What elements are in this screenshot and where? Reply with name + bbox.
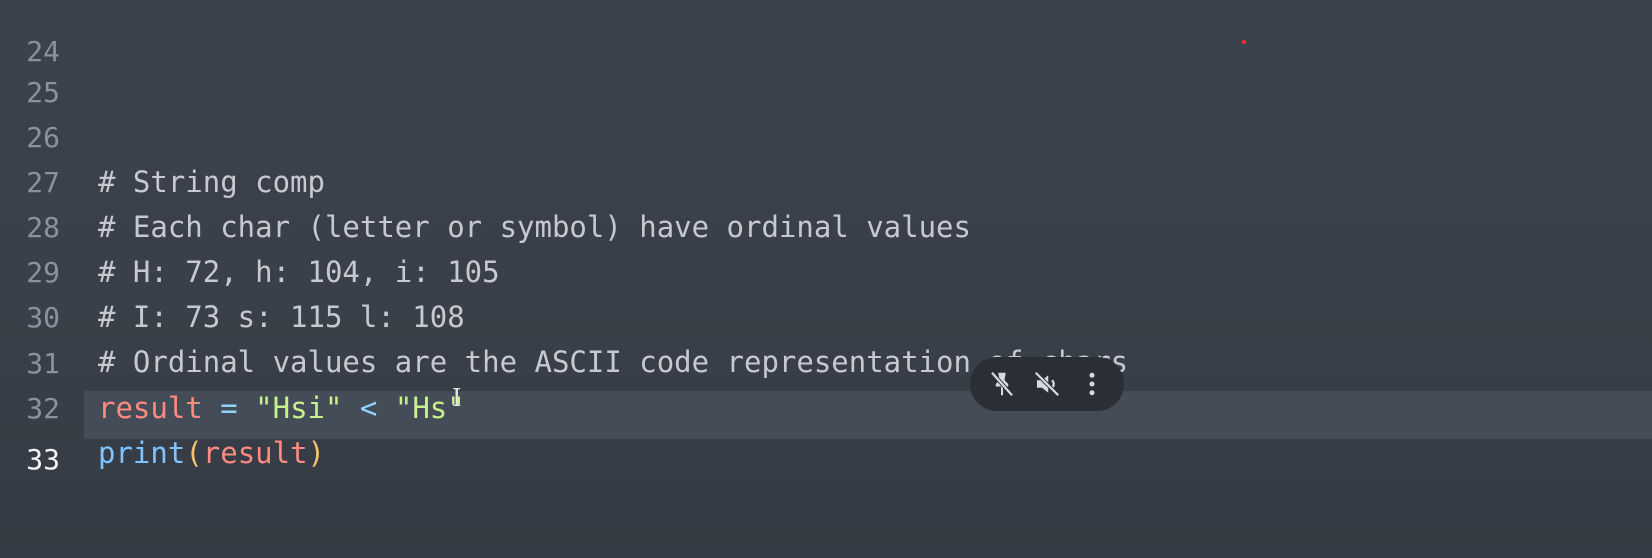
code-line[interactable]: 28 # H: 72, h: 104, i: 105 (0, 160, 1652, 289)
text-cursor-icon: I (452, 384, 462, 412)
red-dot-marker (1242, 40, 1246, 44)
token-variable: result (202, 436, 308, 470)
code-statement: print(result) (98, 431, 325, 476)
unpin-icon[interactable] (982, 364, 1022, 404)
code-line[interactable]: 25 (0, 25, 1652, 109)
line-number-active: 33 (26, 443, 60, 476)
code-line[interactable]: 29 # I: 73 s: 115 l: 108 (0, 205, 1652, 334)
code-line[interactable]: 30 # Ordinal values are the ASCII code r… (0, 250, 1652, 379)
token-paren: ) (307, 436, 326, 470)
media-controls-pill (970, 357, 1124, 411)
code-editor[interactable]: 24 25 26 # String comp 27 # Each char (l… (0, 0, 1652, 558)
mute-icon[interactable] (1027, 364, 1067, 404)
code-line[interactable]: 31 result = "Hsi" < "Hs" (0, 296, 1652, 425)
code-line[interactable]: 32 print(result) (0, 341, 1652, 470)
code-line-active[interactable]: 33 (0, 392, 1652, 476)
token-paren: ( (185, 436, 203, 470)
more-vertical-icon[interactable] (1072, 364, 1112, 404)
code-line[interactable]: 27 # Each char (letter or symbol) have o… (0, 115, 1652, 244)
token-function: print (98, 436, 186, 470)
code-line[interactable]: 26 # String comp (0, 70, 1652, 199)
